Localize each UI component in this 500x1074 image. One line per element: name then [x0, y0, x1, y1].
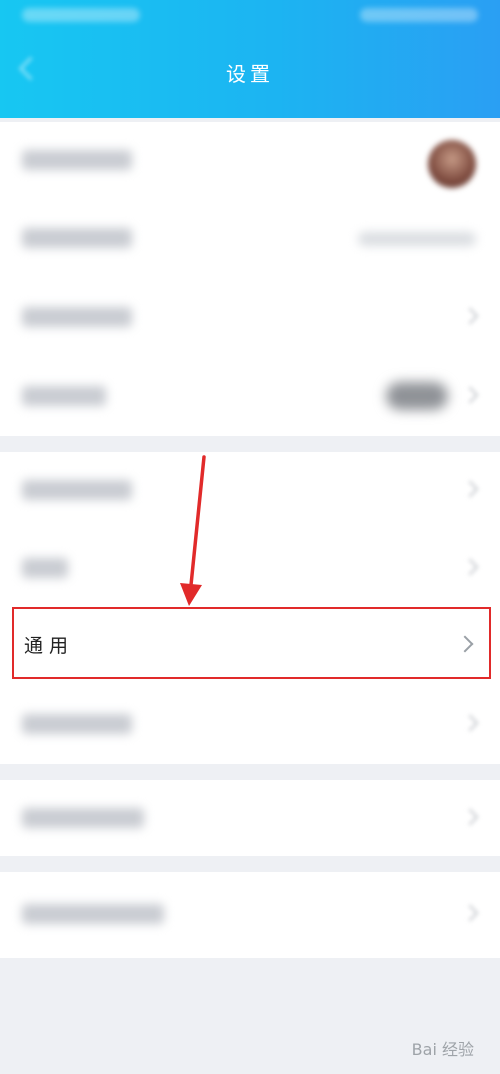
annotation-arrow-icon — [180, 455, 206, 606]
watermark: Bai 经验 — [411, 1040, 474, 1059]
